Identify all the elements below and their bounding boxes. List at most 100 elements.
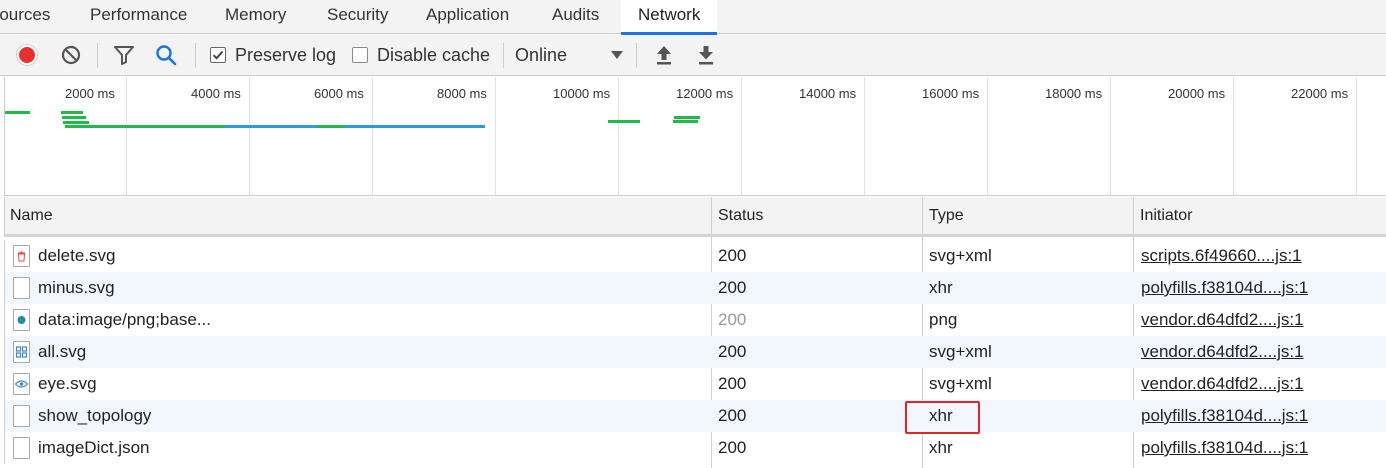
search-icon (156, 45, 177, 66)
table-row[interactable]: minus.svg 200 xhr polyfills.f38104d....j… (4, 272, 1386, 304)
request-initiator-link[interactable]: polyfills.f38104d....js:1 (1141, 432, 1308, 464)
search-button[interactable] (155, 35, 177, 75)
request-status: 200 (718, 278, 747, 297)
request-name: show_topology (38, 406, 152, 425)
timeline-tick: 22000 ms (1291, 86, 1349, 101)
request-bar (62, 116, 86, 119)
timeline-tick: 16000 ms (922, 86, 980, 101)
filter-icon (114, 46, 134, 65)
timeline-tick: 18000 ms (1045, 86, 1103, 101)
request-bar (225, 125, 317, 128)
request-initiator-link[interactable]: vendor.d64dfd2....js:1 (1141, 336, 1304, 368)
blank-file-icon (13, 277, 30, 299)
request-status: 200 (718, 406, 747, 425)
tab-security[interactable]: Security (327, 0, 388, 34)
delete-file-icon (13, 245, 30, 267)
timeline-tick: 12000 ms (676, 86, 734, 101)
request-bar (63, 121, 89, 124)
request-initiator-link[interactable]: polyfills.f38104d....js:1 (1141, 400, 1308, 432)
throttling-select[interactable]: Online (515, 35, 623, 75)
table-row[interactable]: data:image/png;base... 200 png vendor.d6… (4, 304, 1386, 336)
request-bar (345, 125, 485, 128)
request-type: svg+xml (929, 374, 992, 393)
request-name: data:image/png;base... (38, 310, 211, 329)
network-overview-timeline[interactable]: 2000 ms 4000 ms 6000 ms 8000 ms 10000 ms… (4, 77, 1386, 196)
export-icon (699, 46, 713, 65)
timeline-tick: 20000 ms (1168, 86, 1226, 101)
timeline-tick: 14000 ms (799, 86, 857, 101)
tab-memory[interactable]: Memory (225, 0, 286, 34)
request-bar (5, 111, 30, 114)
request-initiator-link[interactable]: vendor.d64dfd2....js:1 (1141, 368, 1304, 400)
request-bar (65, 125, 225, 128)
request-table-header: Name Status Type Initiator (4, 197, 1386, 237)
export-har-button[interactable] (696, 35, 716, 75)
record-button[interactable] (17, 35, 37, 75)
request-name: minus.svg (38, 278, 115, 297)
checkbox-unchecked-icon (352, 47, 368, 63)
devtools-tab-bar: Sources Performance Memory Security Appl… (0, 0, 1386, 35)
import-icon (657, 46, 671, 65)
request-bar (608, 120, 640, 123)
request-type: xhr (929, 438, 953, 457)
request-initiator-link[interactable]: vendor.d64dfd2....js:1 (1141, 304, 1304, 336)
request-status: 200 (718, 246, 747, 265)
request-initiator-link[interactable]: scripts.6f49660....js:1 (1141, 240, 1302, 272)
disable-cache-checkbox[interactable]: Disable cache (352, 35, 490, 75)
record-icon (17, 45, 37, 65)
timeline-tick: 2000 ms (65, 86, 115, 101)
request-status: 200 (718, 310, 747, 329)
chevron-down-icon (611, 51, 623, 59)
blank-file-icon (13, 437, 30, 459)
table-row[interactable]: delete.svg 200 svg+xml scripts.6f49660..… (4, 240, 1386, 272)
tab-performance[interactable]: Performance (90, 0, 187, 34)
clear-button[interactable] (60, 35, 82, 75)
annotation-highlight-box (905, 401, 980, 434)
request-status: 200 (718, 438, 747, 457)
throttling-value: Online (515, 44, 568, 65)
request-bar (673, 120, 698, 123)
preserve-log-checkbox[interactable]: Preserve log (210, 35, 336, 75)
tab-audits[interactable]: Audits (552, 0, 599, 34)
timeline-tick: 6000 ms (314, 86, 364, 101)
request-status: 200 (718, 374, 747, 393)
column-header-status[interactable]: Status (713, 197, 763, 234)
clear-icon (61, 45, 81, 65)
request-name: eye.svg (38, 374, 97, 393)
timeline-tick: 10000 ms (553, 86, 611, 101)
table-row[interactable]: show_topology 200 xhr polyfills.f38104d.… (4, 400, 1386, 432)
checkbox-checked-icon (210, 47, 226, 63)
request-initiator-link[interactable]: polyfills.f38104d....js:1 (1141, 272, 1308, 304)
request-name: all.svg (38, 342, 87, 361)
column-header-type[interactable]: Type (924, 197, 964, 234)
image-file-icon (13, 309, 30, 331)
timeline-tick: 4000 ms (191, 86, 241, 101)
tab-network[interactable]: Network (621, 0, 718, 35)
network-toolbar: Preserve log Disable cache Online (0, 35, 1386, 76)
timeline-tick: 8000 ms (437, 86, 487, 101)
request-bar (674, 116, 700, 119)
filter-button[interactable] (113, 35, 135, 75)
column-header-initiator[interactable]: Initiator (1135, 197, 1192, 234)
tab-sources[interactable]: Sources (0, 0, 50, 34)
column-header-name[interactable]: Name (5, 197, 53, 234)
disable-cache-label: Disable cache (377, 44, 491, 65)
request-type: svg+xml (929, 342, 992, 361)
request-type: png (929, 310, 958, 329)
request-type: svg+xml (929, 246, 992, 265)
table-row[interactable]: imageDict.json 200 xhr polyfills.f38104d… (4, 432, 1386, 464)
table-row[interactable]: all.svg 200 svg+xml vendor.d64dfd2....js… (4, 336, 1386, 368)
request-name: imageDict.json (38, 438, 150, 457)
preserve-log-label: Preserve log (235, 44, 337, 65)
eye-file-icon (13, 373, 30, 395)
request-name: delete.svg (38, 246, 116, 265)
tab-application[interactable]: Application (426, 0, 509, 34)
request-type: xhr (929, 278, 953, 297)
blank-file-icon (13, 405, 30, 427)
table-row[interactable]: eye.svg 200 svg+xml vendor.d64dfd2....js… (4, 368, 1386, 400)
request-bar (61, 111, 83, 114)
grid-file-icon (13, 341, 30, 363)
import-har-button[interactable] (654, 35, 674, 75)
request-bar (317, 125, 345, 128)
request-status: 200 (718, 342, 747, 361)
